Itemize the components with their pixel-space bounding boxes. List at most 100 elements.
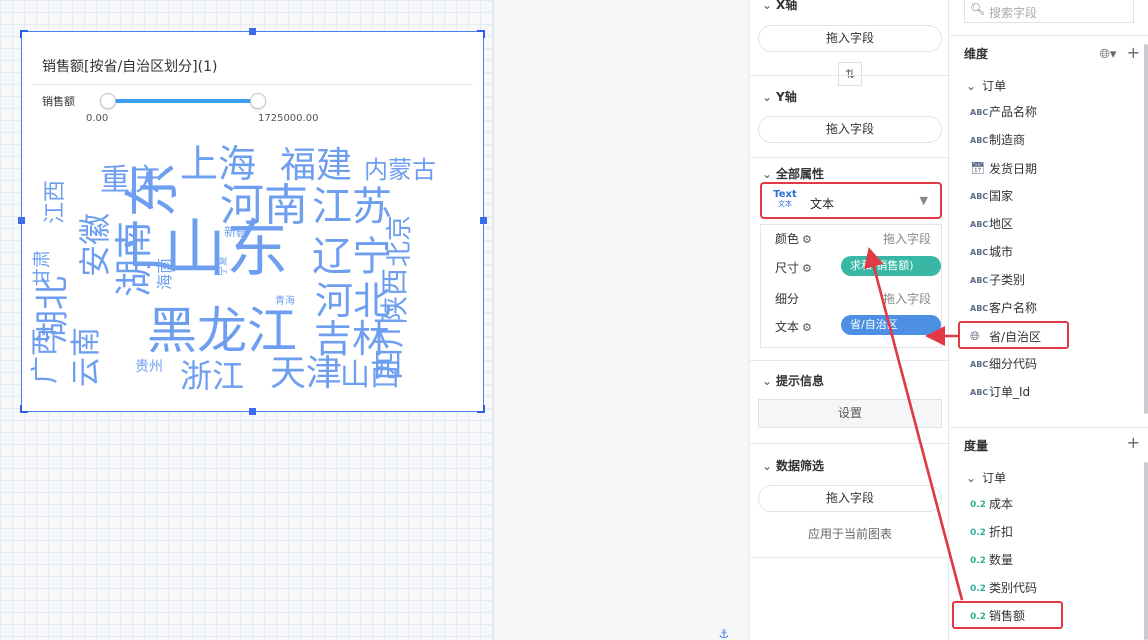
- divider: [750, 360, 950, 361]
- measure-type-icon: 0.2: [970, 528, 986, 538]
- word-fujian[interactable]: 福建: [280, 145, 352, 186]
- string-type-icon: ABC: [970, 360, 989, 369]
- dimension-header: 维度: [964, 47, 989, 61]
- word-tianjin[interactable]: 天津: [270, 353, 342, 394]
- divider: [750, 557, 950, 558]
- gear-icon[interactable]: ⚙: [802, 233, 812, 246]
- string-type-icon: ABC: [970, 248, 989, 257]
- detail-property: 细分: [775, 292, 800, 306]
- plus-icon[interactable]: +: [1127, 43, 1140, 62]
- text-property[interactable]: 文本 ⚙: [775, 318, 812, 335]
- y-axis-header[interactable]: ⌄ Y轴: [762, 88, 797, 105]
- dimension-field[interactable]: ABC子类别: [970, 270, 1025, 290]
- word-jiangsu[interactable]: 江苏: [312, 184, 392, 230]
- word-jiangxi[interactable]: 江西: [43, 180, 68, 224]
- measure-field[interactable]: 0.2 数量: [970, 550, 1013, 570]
- word-beijing[interactable]: 北京: [385, 215, 415, 267]
- dashboard-canvas[interactable]: 销售额[按省/自治区划分](1) 销售额 0.00 1725000.00 山东 …: [0, 0, 493, 640]
- field-list-panel: 🔍︎ 搜索字段 维度 🌐︎▾ + ⌄ 订单 ABC产品名称 ABC制造商 📅︎ 发货日期…: [950, 0, 1148, 640]
- measure-group-orders[interactable]: ⌄ 订单: [966, 469, 1006, 486]
- dimension-field[interactable]: ABC制造商: [970, 130, 1025, 150]
- measure-header: 度量: [964, 439, 989, 453]
- chart-config-panel: ⌄ X轴 拖入字段 ⇅ ⌄ Y轴 拖入字段 ⌄ 全部属性 Text 文本 文本 ▼ 颜色…: [749, 0, 950, 640]
- measure-field[interactable]: 0.2 折扣: [970, 522, 1013, 542]
- all-properties-header[interactable]: ⌄ 全部属性: [762, 165, 824, 182]
- highlight-province-field: [958, 321, 1069, 349]
- field-search[interactable]: 🔍︎ 搜索字段: [964, 0, 1134, 23]
- dimension-field[interactable]: ABC国家: [970, 186, 1013, 206]
- mark-properties-box: 颜色 ⚙ 拖入字段 尺寸 ⚙ 求和(销售额) 细分 拖入字段 文本 ⚙ 省/自治区: [760, 224, 942, 348]
- globe-icon[interactable]: 🌐︎▾: [1100, 47, 1117, 62]
- string-type-icon: ABC: [970, 136, 989, 145]
- gear-icon[interactable]: ⚙: [802, 262, 812, 275]
- word-heilongjiang[interactable]: 黑龙江: [147, 302, 297, 360]
- word-xinjiang[interactable]: 新疆: [224, 224, 248, 239]
- word-gansu[interactable]: 甘肃: [32, 250, 53, 286]
- dimension-field[interactable]: ABC客户名称: [970, 298, 1037, 318]
- dimension-field[interactable]: ABC细分代码: [970, 354, 1037, 374]
- string-type-icon: ABC: [970, 304, 989, 313]
- text-field-tag[interactable]: 省/自治区: [841, 315, 941, 335]
- search-placeholder: 搜索字段: [989, 6, 1038, 20]
- dimension-scrollbar[interactable]: [1144, 44, 1148, 414]
- mark-type-select[interactable]: Text 文本 文本 ▼: [760, 182, 942, 219]
- chevron-down-icon: ⌄: [762, 374, 773, 388]
- swap-axes-button[interactable]: ⇅: [838, 62, 862, 86]
- word-guizhou[interactable]: 贵州: [135, 359, 163, 375]
- string-type-icon: ABC: [970, 108, 989, 117]
- word-henan[interactable]: 河南: [220, 180, 308, 231]
- y-axis-dropzone[interactable]: 拖入字段: [758, 116, 942, 143]
- tooltip-header[interactable]: ⌄ 提示信息: [762, 372, 824, 389]
- apply-to-current-chart[interactable]: 应用于当前图表: [750, 525, 950, 542]
- color-dropzone[interactable]: 拖入字段: [883, 230, 931, 247]
- tooltip-settings-button[interactable]: 设置: [758, 399, 942, 428]
- measure-field[interactable]: 0.2 成本: [970, 494, 1013, 514]
- triangle-down-icon: ▼: [919, 194, 928, 207]
- dimension-field[interactable]: ABC订单_Id: [970, 382, 1030, 402]
- measure-type-icon: 0.2: [970, 584, 986, 594]
- x-axis-header[interactable]: ⌄ X轴: [762, 0, 797, 13]
- word-zhejiang[interactable]: 浙江: [180, 357, 244, 395]
- anchor-icon[interactable]: ⚓: [712, 628, 736, 640]
- measure-field[interactable]: 0.2 类别代码: [970, 578, 1037, 598]
- size-property[interactable]: 尺寸 ⚙: [775, 259, 812, 276]
- filter-dropzone[interactable]: 拖入字段: [758, 485, 942, 512]
- dimension-field[interactable]: ABC地区: [970, 214, 1013, 234]
- canvas-gutter: [493, 0, 749, 640]
- dimension-field[interactable]: ABC城市: [970, 242, 1013, 262]
- string-type-icon: ABC: [970, 276, 989, 285]
- chevron-down-icon: ⌄: [762, 167, 773, 181]
- word-guangdong[interactable]: 广东: [121, 162, 186, 274]
- word-neimenggu[interactable]: 内蒙古: [364, 156, 436, 184]
- dimension-field[interactable]: 📅︎ 发货日期: [970, 158, 1037, 178]
- calendar-icon: 📅︎: [970, 161, 986, 175]
- word-yunnan[interactable]: 云南: [69, 327, 104, 387]
- size-field-tag[interactable]: 求和(销售额): [841, 256, 941, 276]
- word-anhui[interactable]: 安徽: [76, 213, 114, 277]
- word-qinghai[interactable]: 青海: [275, 294, 295, 307]
- add-measure-button[interactable]: +: [1127, 433, 1140, 452]
- divider: [950, 427, 1148, 428]
- divider: [950, 35, 1148, 36]
- x-axis-dropzone[interactable]: 拖入字段: [758, 25, 942, 52]
- data-filter-header[interactable]: ⌄ 数据筛选: [762, 457, 824, 474]
- measure-type-icon: 0.2: [970, 556, 986, 566]
- word-shanghai[interactable]: 上海: [180, 142, 256, 186]
- word-shaanxi[interactable]: 陕西: [378, 268, 411, 324]
- word-guangxi[interactable]: 广西: [28, 328, 61, 384]
- dimension-group-orders[interactable]: ⌄ 订单: [966, 77, 1006, 94]
- detail-dropzone[interactable]: 拖入字段: [883, 290, 931, 307]
- divider: [750, 75, 950, 76]
- dimension-field[interactable]: ABC产品名称: [970, 102, 1037, 122]
- word-sichuan[interactable]: 四川: [370, 316, 408, 380]
- mark-type-label: 文本: [810, 197, 835, 211]
- word-cloud-chart[interactable]: 销售额[按省/自治区划分](1) 销售额 0.00 1725000.00 山东 …: [18, 28, 487, 415]
- measure-type-icon: 0.2: [970, 500, 986, 510]
- chevron-down-icon: ⌄: [762, 459, 773, 473]
- gear-icon[interactable]: ⚙: [802, 321, 812, 334]
- plus-icon[interactable]: +: [1127, 433, 1140, 452]
- color-property[interactable]: 颜色 ⚙: [775, 230, 812, 247]
- divider: [750, 157, 950, 158]
- word-ningxia[interactable]: 宁夏: [216, 256, 229, 276]
- measure-scrollbar[interactable]: [1144, 462, 1148, 640]
